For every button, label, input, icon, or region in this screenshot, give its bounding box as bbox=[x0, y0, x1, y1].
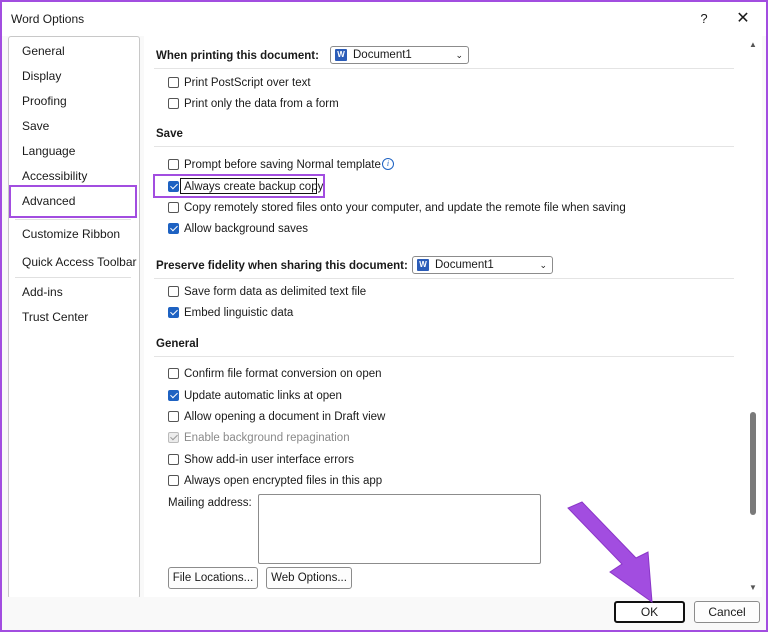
nav-item-general[interactable]: General bbox=[9, 39, 139, 64]
checkbox[interactable] bbox=[168, 98, 179, 109]
word-document-icon: W bbox=[335, 49, 347, 61]
info-icon[interactable]: i bbox=[382, 158, 394, 170]
option-label: Prompt before saving Normal template bbox=[184, 159, 381, 171]
fidelity-document-value: Document1 bbox=[435, 259, 494, 271]
word-document-icon: W bbox=[417, 259, 429, 271]
chevron-down-icon: ⌄ bbox=[455, 50, 463, 60]
option-label: Allow opening a document in Draft view bbox=[184, 411, 386, 423]
option-label: Allow background saves bbox=[184, 223, 309, 235]
fidelity-heading: Preserve fidelity when sharing this docu… bbox=[156, 260, 408, 272]
nav-item-proofing[interactable]: Proofing bbox=[9, 89, 139, 114]
nav-item-trust-center[interactable]: Trust Center bbox=[9, 305, 139, 330]
mailing-address-label: Mailing address: bbox=[168, 497, 252, 509]
options-category-list: General Display Proofing Save Language A… bbox=[8, 36, 140, 599]
nav-item-quick-access-toolbar[interactable]: Quick Access Toolbar bbox=[9, 250, 139, 275]
scroll-down-icon[interactable]: ▼ bbox=[749, 583, 757, 592]
help-button[interactable]: ? bbox=[694, 9, 714, 29]
section-divider bbox=[154, 68, 734, 69]
file-locations-button[interactable]: File Locations... bbox=[168, 567, 258, 589]
option-label: Enable background repagination bbox=[184, 432, 350, 444]
option-label: Embed linguistic data bbox=[184, 307, 294, 319]
close-button[interactable]: ✕ bbox=[732, 9, 754, 29]
option-label: Confirm file format conversion on open bbox=[184, 368, 382, 380]
nav-item-customize-ribbon[interactable]: Customize Ribbon bbox=[9, 222, 139, 247]
fidelity-document-dropdown[interactable]: W Document1 ⌄ bbox=[412, 256, 553, 274]
checkbox[interactable] bbox=[168, 454, 179, 465]
nav-item-language[interactable]: Language bbox=[9, 139, 139, 164]
mailing-address-field[interactable] bbox=[258, 494, 541, 564]
checkbox[interactable] bbox=[168, 202, 179, 213]
nav-item-add-ins[interactable]: Add-ins bbox=[9, 280, 139, 305]
option-label: Save form data as delimited text file bbox=[184, 286, 367, 298]
option-label: Print only the data from a form bbox=[184, 98, 339, 110]
checkbox[interactable] bbox=[168, 368, 179, 379]
checkbox-checked[interactable] bbox=[168, 223, 179, 234]
nav-item-display[interactable]: Display bbox=[9, 64, 139, 89]
checkbox[interactable] bbox=[168, 475, 179, 486]
scroll-up-icon[interactable]: ▲ bbox=[749, 40, 757, 49]
nav-separator bbox=[15, 277, 131, 278]
section-divider bbox=[154, 278, 734, 279]
general-heading: General bbox=[156, 338, 199, 350]
checkbox[interactable] bbox=[168, 286, 179, 297]
option-label: Always open encrypted files in this app bbox=[184, 475, 383, 487]
focus-outline bbox=[180, 178, 317, 194]
option-label: Print PostScript over text bbox=[184, 77, 311, 89]
nav-separator bbox=[15, 219, 131, 220]
web-options-button[interactable]: Web Options... bbox=[266, 567, 352, 589]
save-heading: Save bbox=[156, 128, 183, 140]
checkbox-checked[interactable] bbox=[168, 307, 179, 318]
nav-item-save[interactable]: Save bbox=[9, 114, 139, 139]
chevron-down-icon: ⌄ bbox=[539, 260, 547, 270]
printing-document-dropdown[interactable]: W Document1 ⌄ bbox=[330, 46, 469, 64]
vertical-scrollbar[interactable]: ▲ ▼ bbox=[744, 36, 762, 597]
scrollbar-thumb[interactable] bbox=[750, 412, 756, 515]
checkbox[interactable] bbox=[168, 159, 179, 170]
checkbox-disabled bbox=[168, 432, 179, 443]
section-divider bbox=[154, 356, 734, 357]
option-label: Update automatic links at open bbox=[184, 390, 342, 402]
pointer-arrow-icon bbox=[567, 501, 653, 604]
checkbox[interactable] bbox=[168, 411, 179, 422]
window-title: Word Options bbox=[11, 12, 85, 26]
section-divider bbox=[154, 146, 734, 147]
checkbox[interactable] bbox=[168, 77, 179, 88]
checkbox-checked[interactable] bbox=[168, 390, 179, 401]
printing-document-value: Document1 bbox=[353, 49, 412, 61]
printing-heading: When printing this document: bbox=[156, 50, 319, 62]
title-bar: Word Options ? ✕ bbox=[2, 2, 766, 36]
cancel-button[interactable]: Cancel bbox=[694, 601, 760, 623]
option-label: Copy remotely stored files onto your com… bbox=[184, 202, 626, 214]
option-label: Show add-in user interface errors bbox=[184, 454, 355, 466]
nav-item-advanced[interactable]: Advanced bbox=[9, 189, 139, 214]
nav-item-accessibility[interactable]: Accessibility bbox=[9, 164, 139, 189]
